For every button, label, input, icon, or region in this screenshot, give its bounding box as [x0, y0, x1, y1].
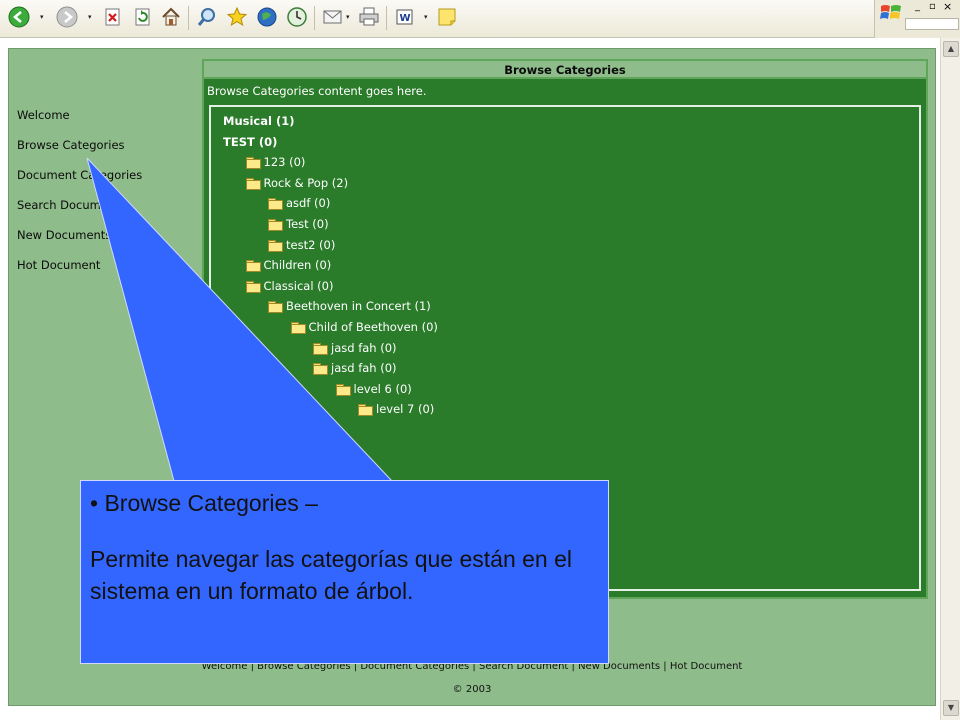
tree-item[interactable]: asdf (0)	[268, 195, 330, 211]
folder-icon	[290, 322, 306, 334]
vertical-scrollbar[interactable]: ▲ ▼	[940, 38, 960, 720]
tree-item[interactable]: (0)	[246, 443, 262, 459]
folder-icon	[268, 301, 283, 314]
tree-item[interactable]: test2 (0)	[268, 237, 335, 253]
screen: ▾ ▾ ▾ W ▾ _ ▫ × ▲ ▼ Welcome Browse Categ…	[0, 0, 960, 720]
sidebar-item-document-categories[interactable]: Document Categories	[17, 167, 197, 197]
footer-copyright: © 2003	[452, 684, 492, 695]
tree-item-label: Children (0)	[263, 258, 332, 273]
tree-item[interactable]: Musical (1)	[223, 113, 294, 129]
media-icon[interactable]	[254, 4, 280, 30]
tree-item-label: Child of Beethoven (0)	[308, 320, 438, 334]
note-icon[interactable]	[434, 4, 460, 30]
tree-item-label: phy (0)	[223, 423, 270, 437]
search-icon[interactable]	[194, 4, 220, 30]
folder-icon	[268, 198, 283, 211]
tree-item[interactable]: Child of Beethoven (0)	[290, 319, 438, 335]
tree-item-label: Test (0)	[286, 217, 329, 231]
callout-body: Permite navegar las categorías que están…	[90, 546, 573, 604]
tree-item[interactable]: TEST (0)	[223, 134, 277, 150]
folder-icon	[313, 363, 328, 376]
tree-item[interactable]: Classical (0)	[245, 278, 334, 294]
tree-item-label: (0)	[245, 443, 262, 458]
minimize-button[interactable]: _	[915, 2, 927, 14]
tree-item[interactable]: phy (0)	[223, 422, 269, 438]
folder-icon	[335, 383, 351, 396]
sidebar-item-hot-document[interactable]: Hot Document	[17, 257, 197, 287]
history-icon[interactable]	[284, 4, 310, 30]
tree-item[interactable]: Beethoven in Concert (1)	[268, 298, 431, 314]
folder-icon	[245, 260, 261, 273]
footer-separator: |	[660, 661, 670, 672]
back-dropdown-icon[interactable]: ▾	[40, 14, 46, 21]
edit-dropdown-icon[interactable]: ▾	[424, 14, 430, 21]
tree-item[interactable]: 123 (0)	[245, 154, 306, 170]
stop-icon[interactable]	[100, 4, 126, 30]
folder-icon	[268, 219, 283, 231]
panel-description: Browse Categories content goes here.	[207, 84, 427, 98]
tree-item-label: level 6 (0)	[353, 381, 412, 396]
sidebar-item-welcome[interactable]: Welcome	[17, 107, 197, 137]
scroll-up-icon[interactable]: ▲	[943, 41, 959, 57]
favorites-icon[interactable]	[224, 4, 250, 30]
refresh-icon[interactable]	[130, 4, 156, 30]
tree-item[interactable]: 0)	[246, 463, 258, 479]
restore-button[interactable]: ▫	[929, 1, 941, 13]
back-icon[interactable]	[6, 4, 32, 30]
tree-item-label: level 7 (0)	[376, 402, 435, 417]
window-panel: _ ▫ ×	[874, 0, 960, 38]
tree-item-label: test2 (0)	[286, 237, 336, 252]
close-button[interactable]: ×	[943, 1, 955, 13]
windows-logo-icon	[879, 2, 905, 24]
tree-item[interactable]: level 7 (0)	[358, 401, 434, 417]
edit-icon[interactable]: W	[392, 4, 418, 30]
folder-icon	[358, 404, 373, 417]
tree-item[interactable]: jasd fah (0)	[313, 340, 397, 356]
browser-toolbar: ▾ ▾ ▾ W ▾ _ ▫ ×	[0, 0, 960, 38]
tree-item[interactable]: jasd fah (0)	[313, 360, 397, 376]
tree-item-label: jasd fah (0)	[331, 361, 397, 376]
svg-text:W: W	[400, 13, 411, 24]
panel-title: Browse Categories	[204, 61, 926, 79]
window-field	[905, 18, 959, 30]
home-icon[interactable]	[158, 4, 184, 30]
folder-icon	[245, 157, 261, 170]
footer-link[interactable]: Hot Document	[670, 661, 743, 672]
mail-icon[interactable]	[320, 4, 346, 30]
forward-dropdown-icon[interactable]: ▾	[88, 14, 94, 21]
tree-item[interactable]: level 6 (0)	[335, 381, 412, 397]
forward-icon[interactable]	[54, 4, 80, 30]
tree-item-label: jasd fah (0)	[331, 340, 397, 355]
folder-icon	[313, 342, 328, 355]
mail-dropdown-icon[interactable]: ▾	[346, 14, 352, 21]
tree-item-label: TEST (0)	[223, 134, 278, 149]
tree-item-label: Musical (1)	[223, 114, 295, 128]
tree-item[interactable]: Test (0)	[268, 216, 329, 232]
sidebar-item-new-documents[interactable]: New Documents	[17, 227, 197, 257]
tree-item[interactable]: Children (0)	[245, 257, 332, 273]
folder-icon	[245, 280, 261, 293]
print-icon[interactable]	[356, 4, 382, 30]
folder-icon	[268, 239, 283, 252]
tree-item-label: Classical (0)	[263, 278, 334, 293]
scroll-down-icon[interactable]: ▼	[943, 700, 959, 716]
folder-icon	[245, 177, 261, 190]
sidebar-nav: Welcome Browse Categories Document Categor…	[17, 107, 197, 287]
tree-item[interactable]: Rock & Pop (2)	[245, 175, 349, 191]
sidebar-item-search-document[interactable]: Search Document	[17, 197, 197, 227]
tree-item-label: 123 (0)	[263, 155, 306, 170]
tree-item-label: asdf (0)	[286, 196, 331, 211]
callout-box: • Browse Categories – Permite navegar la…	[80, 480, 609, 664]
tree-item-label: Rock & Pop (2)	[263, 175, 349, 190]
sidebar-item-browse-categories[interactable]: Browse Categories	[17, 137, 197, 167]
callout-title: • Browse Categories –	[90, 490, 318, 516]
tree-item-label: Beethoven in Concert (1)	[286, 299, 431, 314]
tree-item-label: 0)	[245, 464, 258, 479]
